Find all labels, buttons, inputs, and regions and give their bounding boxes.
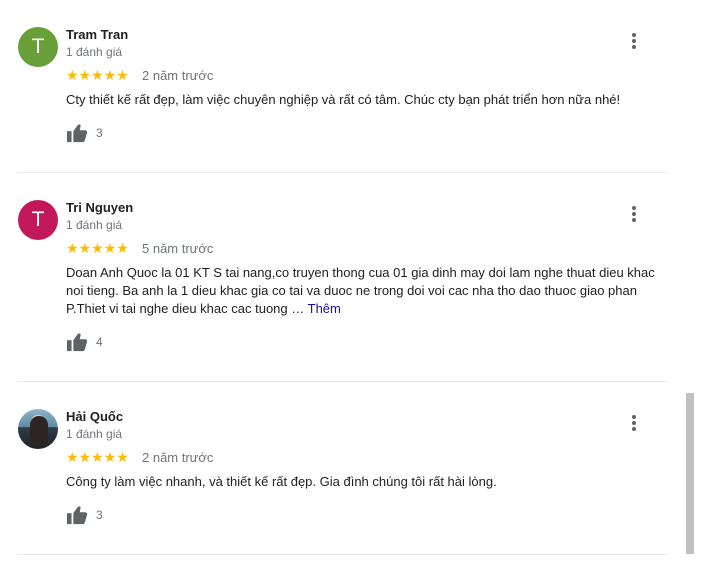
more-options-icon[interactable]: [626, 206, 642, 226]
more-options-icon[interactable]: [626, 33, 642, 53]
divider: [18, 554, 668, 555]
like-button[interactable]: 4: [66, 332, 103, 352]
review-time: 2 năm trước: [142, 68, 214, 83]
review-count: 1 đánh giá: [66, 427, 123, 441]
thumbs-up-icon: [67, 506, 88, 525]
divider: [18, 381, 668, 382]
reviewer-name[interactable]: Tri Nguyen: [66, 200, 133, 215]
star-rating: ★★★★★: [66, 449, 129, 465]
like-count: 3: [96, 508, 103, 522]
like-count: 4: [96, 335, 103, 349]
more-options-icon[interactable]: [626, 415, 642, 435]
star-rating: ★★★★★: [66, 67, 129, 83]
review-text: Công ty làm việc nhanh, và thiết kế rất …: [66, 474, 497, 489]
star-rating: ★★★★★: [66, 240, 129, 256]
avatar[interactable]: [18, 409, 58, 449]
review-count: 1 đánh giá: [66, 45, 123, 59]
avatar[interactable]: T: [18, 27, 58, 67]
reviewer-name[interactable]: Hải Quốc: [66, 409, 123, 424]
like-button[interactable]: 3: [66, 123, 103, 143]
review-text: Cty thiết kế rất đẹp, làm việc chuyên ng…: [66, 92, 621, 107]
reviewer-name[interactable]: Tram Tran: [66, 27, 128, 42]
avatar[interactable]: T: [18, 200, 58, 240]
more-link[interactable]: Thêm: [308, 301, 341, 316]
review-time: 5 năm trước: [142, 241, 214, 256]
review-time: 2 năm trước: [142, 450, 214, 465]
thumbs-up-icon: [67, 333, 88, 352]
review-text-body: Doan Anh Quoc la 01 KT S tai nang,co tru…: [66, 265, 655, 316]
scrollbar[interactable]: [686, 393, 694, 554]
like-button[interactable]: 3: [66, 505, 103, 525]
divider: [18, 172, 668, 173]
like-count: 3: [96, 126, 103, 140]
review-count: 1 đánh giá: [66, 218, 123, 232]
review-text: Doan Anh Quoc la 01 KT S tai nang,co tru…: [66, 264, 666, 318]
thumbs-up-icon: [67, 124, 88, 143]
